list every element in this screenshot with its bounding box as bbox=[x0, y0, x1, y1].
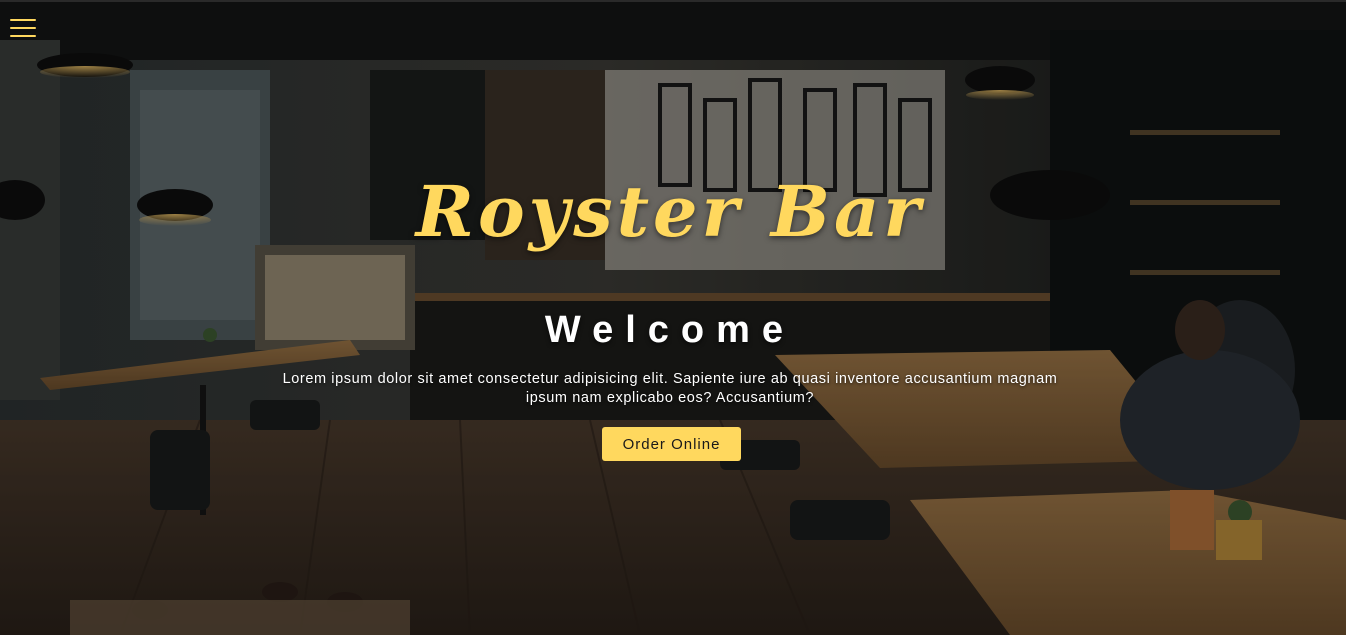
order-online-button[interactable]: Order Online bbox=[602, 427, 741, 461]
brand-title: Royster Bar bbox=[415, 170, 925, 253]
hero-description: Lorem ipsum dolor sit amet consectetur a… bbox=[282, 371, 1058, 406]
welcome-heading: Welcome bbox=[544, 309, 796, 351]
hero-section: Royster Bar Welcome Lorem ipsum dolor si… bbox=[0, 0, 1346, 635]
hero-content: Royster Bar Welcome Lorem ipsum dolor si… bbox=[0, 0, 1346, 635]
